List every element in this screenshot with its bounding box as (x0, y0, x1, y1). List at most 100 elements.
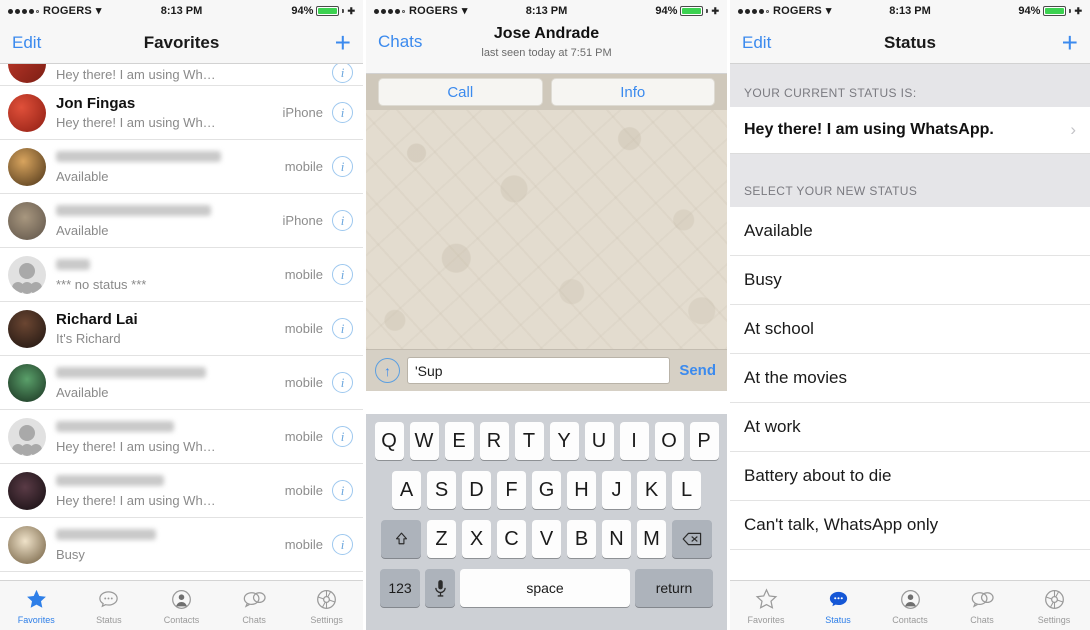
key-i[interactable]: I (619, 422, 649, 460)
message-input-bar: ↑ 'Sup Send (366, 349, 727, 391)
tab-contacts[interactable]: Contacts (874, 587, 946, 625)
info-button[interactable]: i (332, 264, 353, 285)
send-button[interactable]: Send (677, 362, 718, 379)
key-r[interactable]: R (479, 422, 509, 460)
list-item[interactable]: Hey there! I am using Wh… mobile i (0, 410, 363, 464)
info-button[interactable]: i (332, 372, 353, 393)
status-bar: ROGERS ▾ 8:13 PM 94% ✚ (730, 0, 1090, 22)
list-item[interactable]: Available iPhone i (0, 194, 363, 248)
key-g[interactable]: G (532, 471, 561, 509)
status-option-at-work[interactable]: At work (730, 403, 1090, 452)
list-item-name (56, 204, 211, 216)
tab-chats[interactable]: Chats (218, 587, 291, 625)
avatar (8, 363, 46, 402)
key-w[interactable]: W (409, 422, 439, 460)
key-y[interactable]: Y (549, 422, 579, 460)
message-input[interactable]: 'Sup (407, 357, 671, 384)
key-p[interactable]: P (689, 422, 719, 460)
space-key[interactable]: space (460, 569, 630, 607)
key-o[interactable]: O (654, 422, 684, 460)
chats-bubbles-icon (970, 587, 995, 613)
microphone-icon[interactable] (425, 569, 455, 607)
status-bubble-icon (827, 587, 850, 613)
numbers-key[interactable]: 123 (380, 569, 420, 607)
list-item-texts: Hey there! I am using Wh… (56, 473, 285, 509)
status-option-cant-talk[interactable]: Can't talk, WhatsApp only (730, 501, 1090, 550)
return-key[interactable]: return (635, 569, 713, 607)
current-status-row[interactable]: Hey there! I am using WhatsApp. › (730, 107, 1090, 154)
info-button[interactable]: i (332, 102, 353, 123)
shift-icon[interactable] (381, 520, 421, 558)
tab-status[interactable]: Status (802, 587, 874, 625)
edit-button[interactable]: Edit (12, 33, 41, 53)
info-button[interactable]: i (332, 534, 353, 555)
key-x[interactable]: X (462, 520, 491, 558)
edit-button[interactable]: Edit (742, 33, 771, 53)
status-option-at-school[interactable]: At school (730, 305, 1090, 354)
favorites-list[interactable]: Hey there! I am using Wh… i Jon Fingas H… (0, 64, 363, 572)
battery-icon (680, 6, 704, 16)
list-item[interactable]: Available mobile i (0, 356, 363, 410)
tab-favorites[interactable]: Favorites (0, 587, 73, 625)
status-navbar: Edit Status + (730, 22, 1090, 64)
list-item[interactable]: Available mobile i (0, 140, 363, 194)
key-d[interactable]: D (462, 471, 491, 509)
status-option-busy[interactable]: Busy (730, 256, 1090, 305)
list-item[interactable]: Busy mobile i (0, 518, 363, 572)
key-k[interactable]: K (637, 471, 666, 509)
info-button[interactable]: i (332, 64, 353, 83)
status-option-at-the-movies[interactable]: At the movies (730, 354, 1090, 403)
tab-favorites[interactable]: Favorites (730, 587, 802, 625)
status-option-battery-about-to-die[interactable]: Battery about to die (730, 452, 1090, 501)
list-item-status: Hey there! I am using Wh… (56, 492, 216, 508)
add-favorite-plus-icon[interactable]: + (335, 28, 351, 57)
tab-settings[interactable]: Settings (290, 587, 363, 625)
key-z[interactable]: Z (427, 520, 456, 558)
list-item[interactable]: Jon Fingas Hey there! I am using Wh… iPh… (0, 86, 363, 140)
info-button[interactable]: i (332, 426, 353, 447)
key-u[interactable]: U (584, 422, 614, 460)
tab-contacts[interactable]: Contacts (145, 587, 218, 625)
key-n[interactable]: N (602, 520, 631, 558)
key-c[interactable]: C (497, 520, 526, 558)
list-item-name (56, 528, 156, 540)
key-h[interactable]: H (567, 471, 596, 509)
add-status-plus-icon[interactable]: + (1062, 28, 1078, 57)
tab-chats[interactable]: Chats (946, 587, 1018, 625)
key-v[interactable]: V (532, 520, 561, 558)
tab-settings[interactable]: Settings (1018, 587, 1090, 625)
chevron-right-icon: › (1070, 120, 1076, 139)
info-button[interactable]: i (332, 156, 353, 177)
tab-label: Settings (310, 614, 343, 625)
list-item[interactable]: Hey there! I am using Wh… i (0, 64, 363, 86)
back-to-chats-button[interactable]: Chats (378, 32, 422, 52)
chat-message-area[interactable] (366, 110, 727, 349)
key-l[interactable]: L (672, 471, 701, 509)
status-option-available[interactable]: Available (730, 207, 1090, 256)
attach-up-arrow-icon[interactable]: ↑ (375, 358, 400, 383)
list-item-phone-label: mobile (284, 375, 323, 390)
tab-status[interactable]: Status (73, 587, 146, 625)
key-j[interactable]: J (602, 471, 631, 509)
list-item[interactable]: Richard Lai It's Richard mobile i (0, 302, 363, 356)
info-button[interactable]: i (332, 318, 353, 339)
star-icon (25, 587, 48, 613)
key-b[interactable]: B (567, 520, 596, 558)
list-item-texts: *** no status *** (56, 257, 285, 293)
backspace-icon[interactable] (672, 520, 712, 558)
list-item-name: Richard Lai (56, 310, 138, 328)
info-button[interactable]: Info (550, 78, 715, 106)
key-t[interactable]: T (514, 422, 544, 460)
key-e[interactable]: E (444, 422, 474, 460)
info-button[interactable]: i (332, 210, 353, 231)
key-s[interactable]: S (427, 471, 456, 509)
list-item[interactable]: Hey there! I am using Wh… mobile i (0, 464, 363, 518)
key-m[interactable]: M (637, 520, 666, 558)
info-button[interactable]: i (332, 480, 353, 501)
call-button[interactable]: Call (378, 78, 543, 106)
key-q[interactable]: Q (374, 422, 404, 460)
list-item[interactable]: *** no status *** mobile i (0, 248, 363, 302)
key-f[interactable]: F (497, 471, 526, 509)
list-item-name (56, 258, 90, 270)
key-a[interactable]: A (392, 471, 421, 509)
